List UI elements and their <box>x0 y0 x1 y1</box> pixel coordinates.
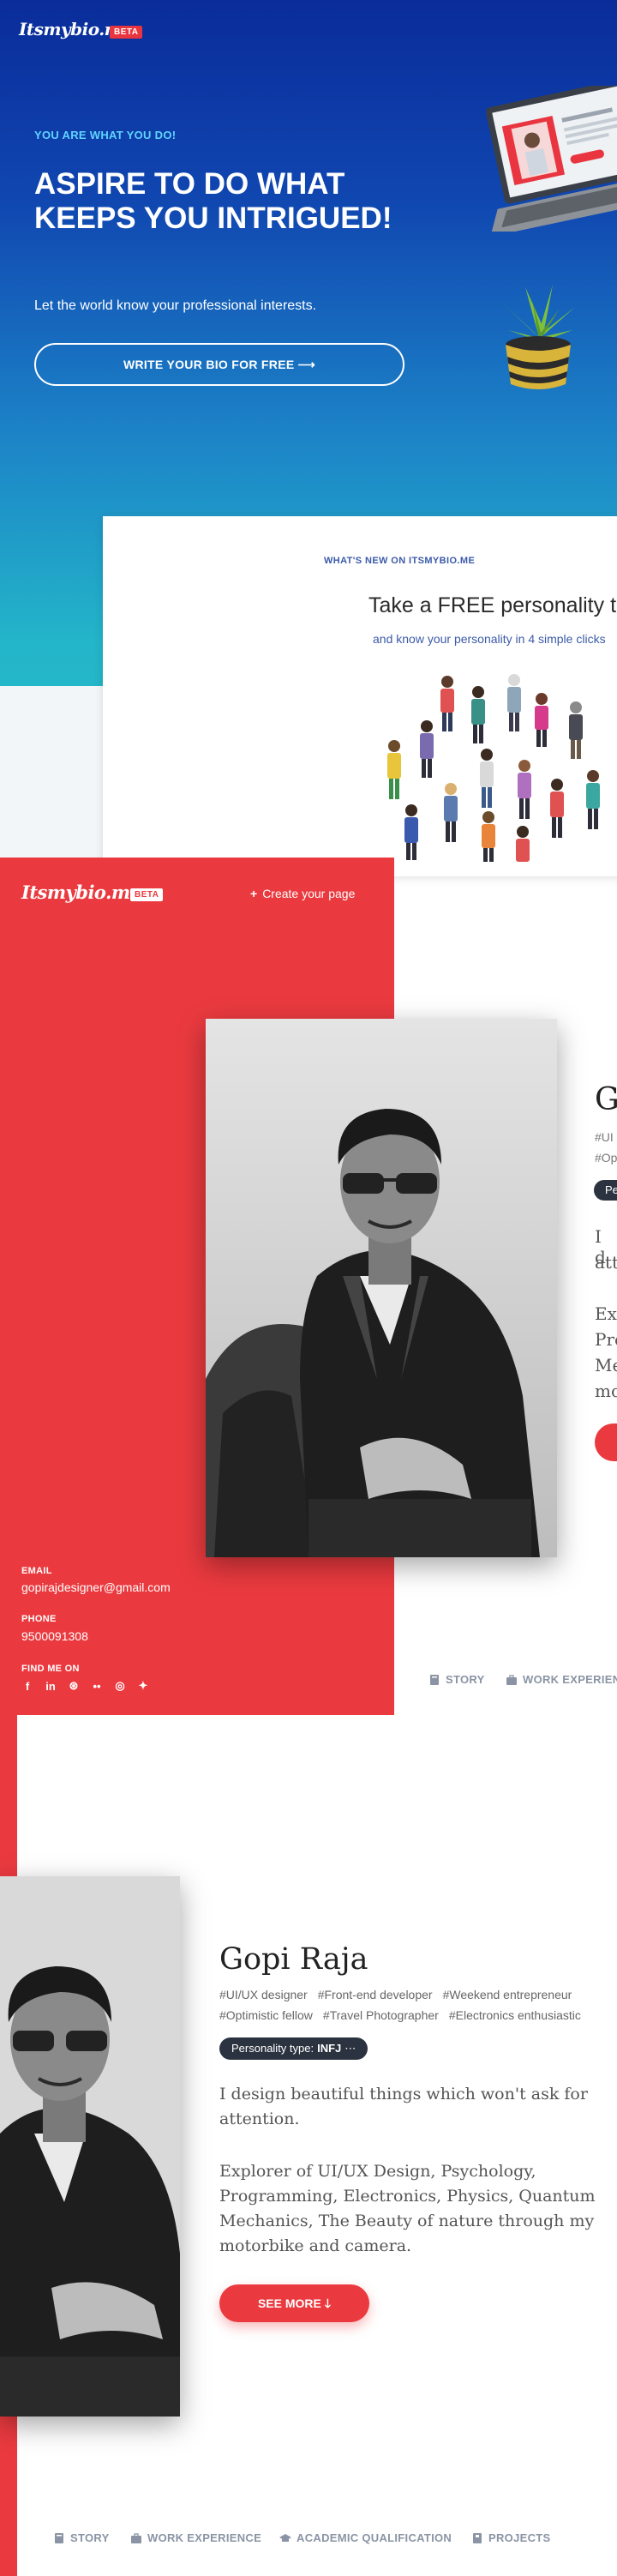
folder-icon <box>473 2532 482 2543</box>
email-value[interactable]: gopirajdesigner@gmail.com <box>21 1580 171 1594</box>
hashtags-row: #Optimistic fellow #Travel Photographer #E… <box>219 2008 591 2022</box>
personality-label: Personality type: <box>231 2042 314 2055</box>
hero-tagline: YOU ARE WHAT YOU DO! <box>34 129 177 141</box>
briefcase-icon <box>506 1674 517 1685</box>
profile-photo <box>206 1019 557 1557</box>
tab-work-experience[interactable]: WORK EXPERIENC <box>506 1673 617 1686</box>
email-label: EMAIL <box>21 1566 52 1576</box>
book-icon <box>55 2532 63 2543</box>
tab-academic-qualification[interactable]: ACADEMIC QUALIFICATION <box>279 2531 452 2544</box>
bio-fragment: Pro <box>595 1329 617 1350</box>
bio-intro: I design beautiful things which won't as… <box>219 2085 588 2128</box>
hero-headline: ASPIRE TO DO WHAT KEEPS YOU INTRIGUED! <box>34 167 392 235</box>
bio-fragment: Me <box>595 1355 617 1375</box>
site-logo[interactable]: Itsmybio.me <box>21 882 141 903</box>
whats-new-label: WHAT'S NEW ON ITSMYBIO.ME <box>324 556 476 566</box>
personality-test-subtitle: and know your personality in 4 simple cl… <box>373 632 606 646</box>
hashtag: #Travel Photographer <box>322 2008 439 2022</box>
phone-value[interactable]: 9500091308 <box>21 1629 88 1643</box>
tab-label: WORK EXPERIENC <box>523 1673 617 1686</box>
write-bio-button[interactable]: WRITE YOUR BIO FOR FREE ⟶ <box>34 343 404 386</box>
flickr-icon[interactable]: •• <box>90 1679 104 1693</box>
tab-label: STORY <box>70 2531 110 2544</box>
hashtag-fragment: #UI <box>595 1130 614 1144</box>
hashtag: #Optimistic fellow <box>219 2008 313 2022</box>
bio-fragment: mo <box>595 1381 617 1401</box>
tab-label: ACADEMIC QUALIFICATION <box>297 2531 452 2544</box>
beta-badge: BETA <box>110 26 143 39</box>
more-dots-icon: ⋯ <box>344 2042 356 2055</box>
social-links: f in ⊛ •• ◎ ✦ <box>21 1679 150 1693</box>
bio-fragment: Ex <box>595 1303 617 1324</box>
hashtag: #UI/UX designer <box>219 1988 308 2001</box>
laptop-illustration <box>486 86 617 232</box>
facebook-icon[interactable]: f <box>21 1679 34 1693</box>
create-page-label: Create your page <box>262 887 356 900</box>
personality-badge-fragment[interactable]: Pe <box>594 1180 617 1201</box>
crowd-illustration <box>387 674 600 862</box>
tab-story[interactable]: STORY <box>428 1673 485 1686</box>
book-icon <box>430 1674 439 1685</box>
personality-badge-fragment-label: Pe <box>605 1183 617 1196</box>
hashtag: #Weekend entrepreneur <box>442 1988 572 2001</box>
social-label: FIND ME ON <box>21 1664 80 1674</box>
beta-badge: BETA <box>130 888 164 901</box>
phone-label: PHONE <box>21 1614 57 1624</box>
instagram-icon[interactable]: ◎ <box>113 1679 127 1693</box>
briefcase-icon <box>131 2532 141 2543</box>
personality-badge[interactable]: Personality type: INFJ ⋯ <box>219 2037 368 2060</box>
plus-icon: + <box>250 887 258 900</box>
create-page-link[interactable]: + Create your page <box>250 887 355 900</box>
tab-projects[interactable]: PROJECTS <box>471 2531 550 2544</box>
tab-label: WORK EXPERIENCE <box>147 2531 262 2544</box>
personality-test-title[interactable]: Take a FREE personality tes <box>368 593 617 618</box>
bio-fragment: att <box>595 1252 617 1273</box>
see-more-button-fragment[interactable] <box>595 1423 617 1461</box>
see-more-button[interactable]: SEE MORE 🡓 <box>219 2284 369 2322</box>
twitter-icon[interactable]: ✦ <box>136 1679 150 1693</box>
tab-label: PROJECTS <box>488 2531 551 2544</box>
plant-illustration <box>504 285 575 389</box>
tab-label: STORY <box>446 1673 485 1686</box>
hashtag: #Electronics enthusiastic <box>448 2008 581 2022</box>
hero-subtext: Let the world know your professional int… <box>34 298 317 313</box>
profile-name: Gopi Raja <box>219 1942 368 1977</box>
tab-work-experience[interactable]: WORK EXPERIENCE <box>130 2531 261 2544</box>
dribbble-icon[interactable]: ⊛ <box>67 1679 81 1693</box>
profile-photo <box>0 1876 180 2417</box>
linkedin-icon[interactable]: in <box>44 1679 57 1693</box>
graduation-cap-icon <box>279 2533 291 2542</box>
hero-background-panel <box>0 686 103 858</box>
personality-type: INFJ <box>317 2042 342 2055</box>
hashtag: #Front-end developer <box>317 1988 433 2001</box>
bio-details: Explorer of UI/UX Design, Psychology, Pr… <box>219 2162 596 2255</box>
profile-name-fragment: G <box>595 1082 617 1117</box>
hashtags-row: #UI/UX designer #Front-end developer #Week… <box>219 1988 582 2001</box>
hashtag-fragment: #Op <box>595 1151 617 1165</box>
tab-story[interactable]: STORY <box>53 2531 110 2544</box>
